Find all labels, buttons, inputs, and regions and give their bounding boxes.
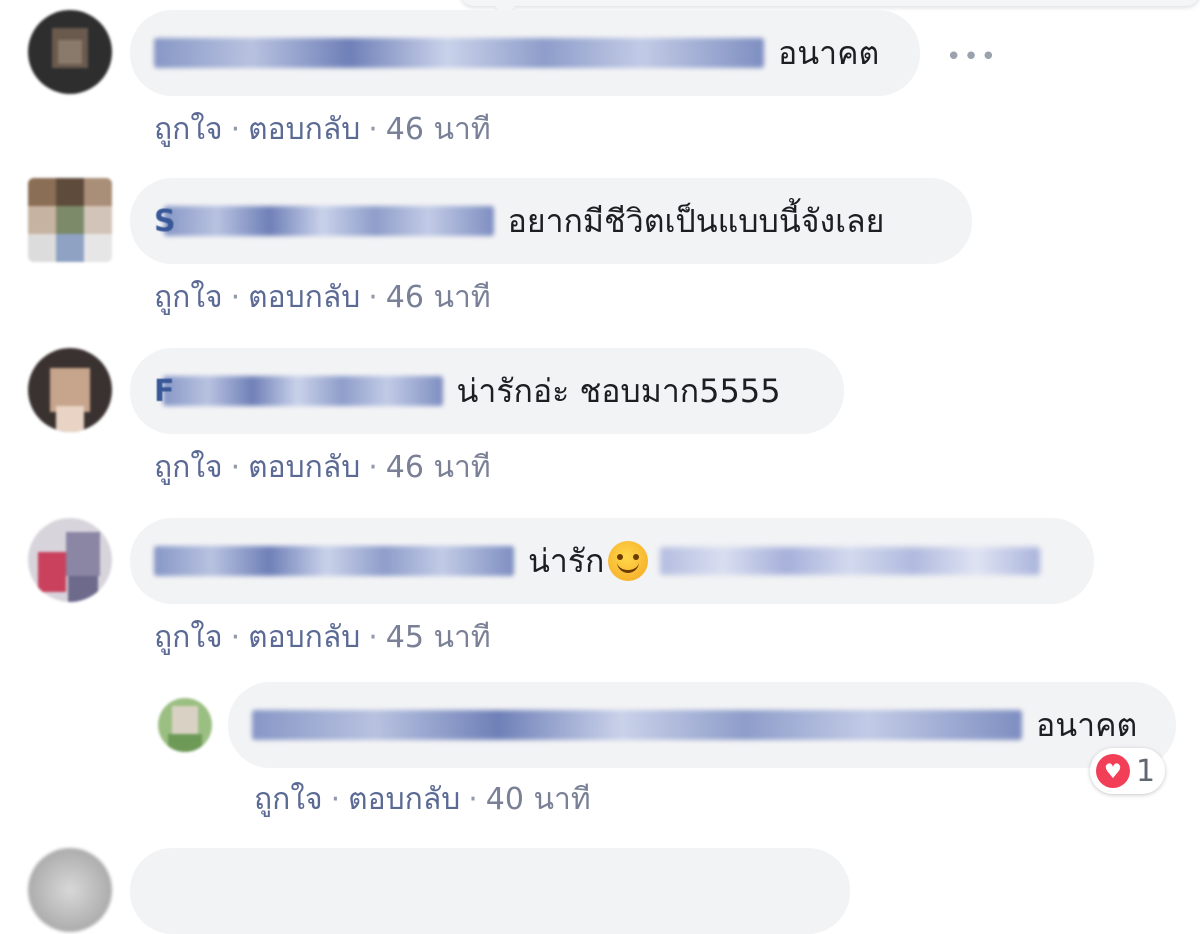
comment-bubble: S อยากมีชีวิตเป็นแบบนี้จังเลย [130,178,972,264]
timestamp[interactable]: 46 นาที [386,112,491,147]
reply-link[interactable]: ตอบกลับ [248,450,360,485]
comment-bubble: น่ารัก [130,518,1094,604]
avatar[interactable] [28,10,112,94]
comment-bubble [130,848,850,934]
commenter-name[interactable] [162,376,443,406]
reply-link[interactable]: ตอบกลับ [248,112,360,147]
reaction-count: 1 [1136,753,1156,789]
comment-text: อนาคต [778,33,880,72]
reaction-summary[interactable]: ♥ 1 [1090,748,1166,794]
tagged-link[interactable] [660,547,1041,575]
avatar[interactable] [28,848,112,932]
avatar[interactable] [28,178,112,262]
commenter-initial[interactable]: F [154,374,175,409]
comment-actions: ถูกใจ · ตอบกลับ · 40 นาที [254,782,591,817]
like-link[interactable]: ถูกใจ [254,782,323,817]
heart-icon: ♥ [1096,754,1130,788]
commenter-name[interactable] [154,38,764,68]
comment-text: น่ารักอ่ะ ชอบมาก5555 [456,371,781,410]
comment-bubble: อนาคต [228,682,1176,768]
commenter-name[interactable] [154,546,514,576]
commenter-name[interactable] [163,206,494,236]
commenter-name[interactable] [252,710,1022,740]
reply-link[interactable]: ตอบกลับ [248,620,360,655]
comment-text: อยากมีชีวิตเป็นแบบนี้จังเลย [507,201,885,240]
timestamp[interactable]: 40 นาที [486,782,591,817]
comment-text: อนาคต [1036,705,1138,744]
timestamp[interactable]: 46 นาที [386,450,491,485]
comment-actions: ถูกใจ · ตอบกลับ · 46 นาที [154,112,491,147]
comment-actions: ถูกใจ · ตอบกลับ · 45 นาที [154,620,491,655]
timestamp[interactable]: 46 นาที [386,280,491,315]
like-link[interactable]: ถูกใจ [154,112,223,147]
comment-text: น่ารัก [528,541,605,580]
avatar[interactable] [28,518,112,602]
smiling-face-emoji [608,541,649,581]
like-link[interactable]: ถูกใจ [154,620,223,655]
comment-bubble: F น่ารักอ่ะ ชอบมาก5555 [130,348,844,434]
like-link[interactable]: ถูกใจ [154,280,223,315]
like-link[interactable]: ถูกใจ [154,450,223,485]
reply-link[interactable]: ตอบกลับ [348,782,460,817]
ellipsis-icon[interactable]: ••• [946,42,998,72]
avatar[interactable] [158,698,212,752]
reply-link[interactable]: ตอบกลับ [248,280,360,315]
comment-actions: ถูกใจ · ตอบกลับ · 46 นาที [154,450,491,485]
timestamp[interactable]: 45 นาที [386,620,491,655]
avatar[interactable] [28,348,112,432]
comment-bubble: อนาคต [130,10,920,96]
previous-comment-edge [460,0,1200,17]
commenter-initial[interactable]: S [154,204,176,239]
comment-actions: ถูกใจ · ตอบกลับ · 46 นาที [154,280,491,315]
